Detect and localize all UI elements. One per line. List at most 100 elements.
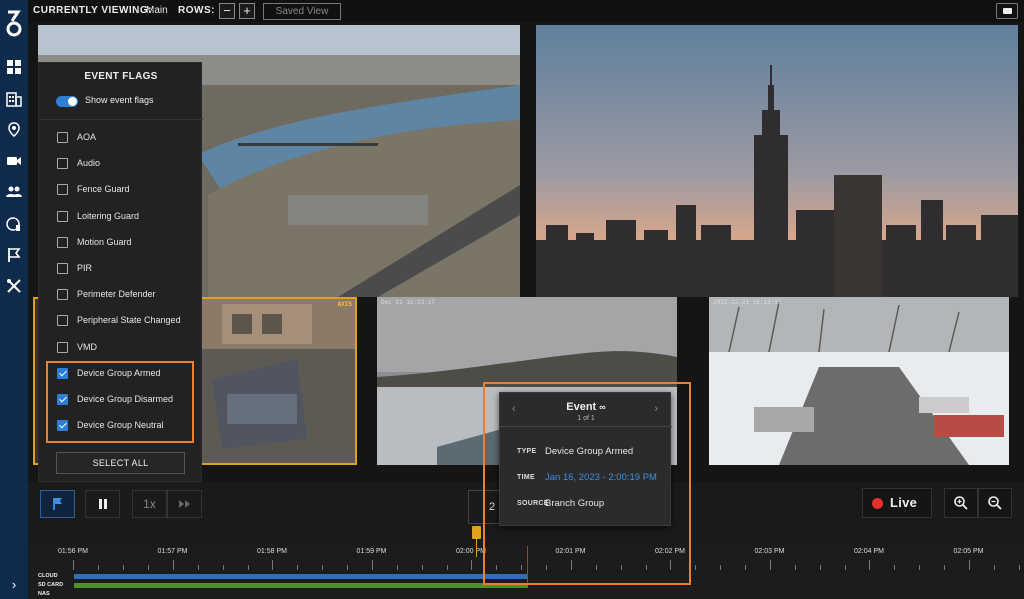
app-logo[interactable]	[4, 6, 24, 42]
event-flag-item[interactable]: Fence Guard	[57, 182, 197, 198]
rows-increase-button[interactable]: +	[239, 3, 255, 19]
event-source-key: SOURCE	[517, 500, 549, 507]
timeline-tick	[272, 560, 273, 570]
users-icon[interactable]	[5, 183, 23, 201]
timeline-minor-tick	[819, 565, 821, 570]
flag-label: Perimeter Defender	[77, 289, 156, 300]
flag-checkbox[interactable]	[57, 315, 68, 327]
event-flag-item[interactable]: Loitering Guard	[57, 209, 197, 225]
live-label: Live	[890, 495, 918, 510]
event-flags-panel: EVENT FLAGS Show event flags AOA Audio Fen…	[38, 62, 203, 482]
building-icon[interactable]	[5, 90, 23, 108]
nav-expand-icon[interactable]: ›	[6, 577, 22, 593]
saved-view-button[interactable]: Saved View	[263, 3, 341, 20]
shield-icon[interactable]	[5, 215, 23, 233]
show-event-flags-label: Show event flags	[85, 95, 154, 105]
event-type-key: TYPE	[517, 448, 537, 455]
location-icon[interactable]	[5, 121, 23, 139]
timeline-minor-tick	[993, 565, 995, 570]
track-label-cloud: CLOUD	[38, 573, 58, 579]
event-flag-item[interactable]: PIR	[57, 261, 197, 277]
fullscreen-icon[interactable]	[996, 3, 1018, 19]
event-marker-line	[476, 539, 477, 557]
timeline-minor-tick	[720, 565, 721, 570]
divider	[39, 119, 203, 120]
zoom-in-button[interactable]	[944, 488, 978, 518]
timeline-tick	[371, 560, 373, 570]
timeline-tick-label: 02:05 PM	[953, 548, 984, 555]
event-flag-item[interactable]: AOA	[57, 130, 197, 146]
camera-icon[interactable]	[5, 152, 23, 170]
event-marker[interactable]	[472, 526, 481, 539]
flag-checkbox[interactable]	[57, 289, 68, 301]
show-event-flags-toggle[interactable]	[56, 96, 78, 107]
timeline-tick	[869, 560, 870, 570]
timeline-tick	[73, 560, 74, 570]
grid-icon[interactable]	[5, 58, 23, 76]
cloud-recording-track	[74, 574, 528, 579]
flag-icon[interactable]	[5, 246, 23, 264]
event-flag-item[interactable]: Perimeter Defender	[57, 287, 197, 303]
timeline-minor-tick	[695, 565, 696, 570]
top-bar: CURRENTLY VIEWING: Main ROWS: − + Saved …	[28, 0, 1024, 22]
zoom-out-button[interactable]	[978, 488, 1012, 518]
pause-icon	[98, 499, 107, 509]
infinity-icon: ∞	[599, 402, 606, 412]
timeline-minor-tick	[297, 565, 298, 570]
timeline-minor-tick	[919, 565, 920, 570]
event-time-link[interactable]: Jan 16, 2023 - 2:00:19 PM	[545, 472, 657, 483]
flag-checkbox[interactable]	[57, 236, 68, 248]
flag-checkbox[interactable]	[57, 210, 68, 222]
live-button[interactable]: Live	[862, 488, 932, 518]
fast-forward-button[interactable]	[167, 490, 202, 518]
timeline-minor-tick	[944, 565, 945, 570]
camera-tile-parking-lot[interactable]: 2022-12-21 16:13:31	[709, 297, 1009, 465]
camera-tile-driveway[interactable]: AXIS	[200, 297, 357, 465]
event-flag-item[interactable]: Motion Guard	[57, 235, 197, 251]
flag-label: Fence Guard	[77, 184, 130, 195]
timeline-minor-tick	[1018, 565, 1020, 570]
left-nav: ›	[0, 0, 28, 599]
select-all-button[interactable]: SELECT ALL	[56, 452, 185, 474]
timeline-tick-label: 02:03 PM	[754, 548, 785, 555]
timeline-tick-label: 01:58 PM	[257, 548, 287, 555]
timeline-tick	[968, 560, 970, 570]
rows-decrease-button[interactable]: −	[219, 3, 235, 19]
timeline-minor-tick	[247, 565, 249, 570]
timeline-minor-tick	[421, 565, 423, 570]
flag-checkbox[interactable]	[57, 341, 68, 353]
timeline-minor-tick	[197, 565, 199, 570]
timeline-tick-label: 01:56 PM	[58, 548, 88, 555]
pause-button[interactable]	[85, 490, 120, 518]
camera-overlay-timestamp: Dec 21 16:13:27	[381, 299, 436, 306]
highlight-box-device-groups	[46, 361, 194, 443]
timeline-tick	[471, 560, 472, 570]
currently-viewing-label: CURRENTLY VIEWING:	[33, 5, 153, 16]
fast-forward-icon	[178, 500, 190, 508]
flag-label: Loitering Guard	[77, 210, 140, 221]
event-popup-title: Event ∞	[566, 401, 606, 413]
event-flag-item[interactable]: Audio	[57, 156, 197, 172]
event-flags-title: EVENT FLAGS	[84, 71, 158, 82]
event-type-value: Device Group Armed	[545, 446, 634, 457]
app-root: › CURRENTLY VIEWING: Main ROWS: − + Save…	[0, 0, 1024, 599]
flag-label: AOA	[77, 132, 97, 142]
speed-button[interactable]: 1x	[132, 490, 167, 518]
tools-icon[interactable]	[5, 277, 23, 295]
timeline-tick-label: 02:00 PM	[456, 548, 486, 555]
flag-icon	[52, 498, 62, 510]
timeline-minor-tick	[148, 565, 149, 570]
flag-checkbox[interactable]	[57, 158, 68, 170]
next-event-button[interactable]: ›	[654, 403, 658, 415]
flag-checkbox[interactable]	[57, 184, 68, 196]
flag-checkbox[interactable]	[57, 263, 68, 274]
event-flag-item[interactable]: Peripheral State Changed	[57, 313, 197, 329]
event-flag-item[interactable]: VMD	[57, 340, 197, 356]
flag-checkbox[interactable]	[57, 132, 68, 143]
event-flags-button[interactable]	[40, 490, 75, 518]
camera-tile-city[interactable]	[536, 25, 1018, 297]
event-time-key: TIME	[517, 474, 535, 481]
flag-label: VMD	[77, 341, 97, 352]
timeline-minor-tick	[123, 565, 124, 570]
live-dot-icon	[872, 498, 883, 509]
